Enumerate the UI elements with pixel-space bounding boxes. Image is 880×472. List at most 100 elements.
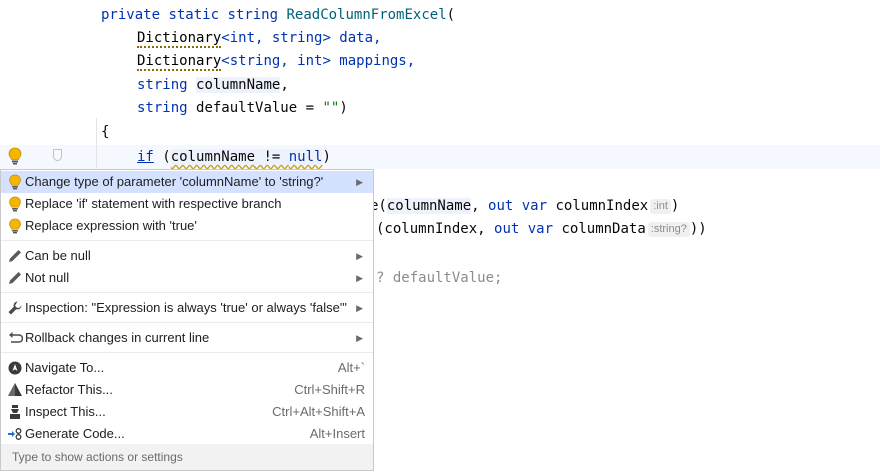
navigate-icon: [8, 361, 22, 375]
type-hint: :string?: [647, 222, 690, 237]
menu-item-can-be-null[interactable]: Can be null ▶: [1, 245, 373, 267]
code-fragment: ? defaultValue;: [376, 270, 503, 286]
code-line-9: (columnIndex, out var columnData:string?…: [376, 218, 707, 240]
punct: (: [162, 149, 171, 165]
brace: {: [101, 124, 110, 140]
fold-marker-icon[interactable]: [53, 149, 62, 161]
menu-item-refactor-this[interactable]: Refactor This... Ctrl+Shift+R: [1, 379, 373, 401]
code-line-5: string defaultValue = ""): [137, 97, 348, 119]
menu-item-inspection[interactable]: Inspection: "Expression is always 'true'…: [1, 297, 373, 319]
menu-item-label: Navigate To...: [25, 360, 105, 375]
generate-icon: [8, 428, 22, 440]
param-name: columnName: [386, 198, 472, 214]
submenu-arrow-icon: ▶: [356, 177, 363, 187]
menu-item-label: Change type of parameter 'columnName' to…: [25, 174, 324, 189]
submenu-arrow-icon: ▶: [356, 333, 363, 343]
keyword: if: [137, 149, 154, 165]
generic-args: <int, string> data,: [221, 30, 382, 46]
current-line-highlight: [0, 145, 880, 169]
punct: ,: [471, 198, 489, 214]
menu-item-label: Inspect This...: [25, 404, 106, 419]
condition-expression: columnName != null: [170, 149, 323, 165]
menu-separator: [1, 292, 373, 293]
rollback-icon: [9, 332, 23, 343]
pencil-icon: [9, 272, 21, 284]
operator: !=: [255, 149, 289, 165]
keyword: string: [137, 77, 188, 93]
menu-item-label: Refactor This...: [25, 382, 113, 397]
code-line-6: {: [101, 121, 109, 143]
code-fragment: (columnIndex,: [376, 221, 495, 237]
menu-item-not-null[interactable]: Not null ▶: [1, 267, 373, 289]
keyword: string: [227, 7, 279, 23]
menu-item-replace-expression[interactable]: Replace expression with 'true': [1, 215, 373, 237]
menu-item-replace-if[interactable]: Replace 'if' statement with respective b…: [1, 193, 373, 215]
menu-item-shortcut: Alt+Insert: [309, 426, 365, 441]
param-name: columnName: [170, 149, 256, 165]
punct: ): [322, 149, 331, 165]
keyword: out: [488, 198, 514, 214]
submenu-arrow-icon: ▶: [356, 251, 363, 261]
menu-separator: [1, 352, 373, 353]
menu-item-generate-code[interactable]: Generate Code... Alt+Insert: [1, 423, 373, 445]
menu-item-shortcut: Ctrl+Alt+Shift+A: [272, 404, 365, 419]
code-line-2: Dictionary<int, string> data,: [137, 27, 381, 49]
code-line-7: if (columnName != null): [137, 146, 331, 168]
menu-item-change-type[interactable]: Change type of parameter 'columnName' to…: [1, 171, 373, 193]
punct: ,: [280, 77, 289, 93]
lightbulb-icon[interactable]: [8, 147, 22, 165]
menu-item-label: Inspection: "Expression is always 'true'…: [25, 300, 347, 315]
menu-item-label: Replace 'if' statement with respective b…: [25, 196, 282, 211]
param-name: defaultValue =: [196, 100, 323, 116]
type-hint: :int: [650, 199, 671, 214]
punct: )): [689, 221, 707, 237]
string-literal: "": [322, 100, 340, 116]
inspect-icon: [10, 405, 20, 419]
punct: (: [446, 7, 456, 23]
punct: ): [339, 100, 348, 116]
keyword: var: [527, 221, 554, 237]
refactor-icon: [8, 383, 22, 396]
keyword: out: [494, 221, 520, 237]
code-line-4: string columnName,: [137, 74, 289, 96]
menu-item-rollback[interactable]: Rollback changes in current line ▶: [1, 327, 373, 349]
type-name: Dictionary: [137, 53, 222, 71]
keyword: null: [288, 149, 323, 165]
menu-item-navigate-to[interactable]: Navigate To... Alt+`: [1, 357, 373, 379]
code-line-1: private static string ReadColumnFromExce…: [101, 4, 455, 26]
menu-item-label: Rollback changes in current line: [25, 330, 210, 345]
change-marker: [96, 118, 97, 168]
code-line-3: Dictionary<string, int> mappings,: [137, 50, 415, 72]
type-name: Dictionary: [137, 30, 222, 48]
param-name: columnName: [196, 77, 281, 93]
keyword: static: [168, 7, 220, 23]
lightbulb-icon: [9, 174, 21, 190]
keyword: var: [521, 198, 548, 214]
code-line-8: e(columnName, out var columnIndex:int): [370, 195, 679, 217]
menu-item-inspect-this[interactable]: Inspect This... Ctrl+Alt+Shift+A: [1, 401, 373, 423]
menu-separator: [1, 322, 373, 323]
submenu-arrow-icon: ▶: [356, 273, 363, 283]
popup-footer-hint: Type to show actions or settings: [1, 444, 373, 470]
context-actions-popup: Change type of parameter 'columnName' to…: [0, 169, 374, 471]
menu-item-shortcut: Alt+`: [337, 360, 365, 375]
keyword: string: [137, 100, 188, 116]
menu-item-label: Replace expression with 'true': [25, 218, 197, 233]
generic-args: <string, int> mappings,: [221, 53, 416, 69]
submenu-arrow-icon: ▶: [356, 303, 363, 313]
punct: ): [670, 198, 680, 214]
wrench-icon: [8, 301, 22, 315]
menu-item-label: Generate Code...: [25, 426, 125, 441]
lightbulb-icon: [9, 196, 21, 212]
pencil-icon: [9, 250, 21, 262]
menu-item-label: Can be null: [25, 248, 91, 263]
menu-item-shortcut: Ctrl+Shift+R: [294, 382, 365, 397]
menu-item-label: Not null: [25, 270, 70, 285]
variable-name: columnIndex: [555, 198, 649, 214]
code-line-10: ? defaultValue;: [376, 267, 502, 289]
keyword: private: [101, 7, 161, 23]
lightbulb-icon: [9, 218, 21, 234]
menu-separator: [1, 240, 373, 241]
variable-name: columnData: [561, 221, 646, 237]
method-name: ReadColumnFromExcel: [286, 7, 447, 23]
